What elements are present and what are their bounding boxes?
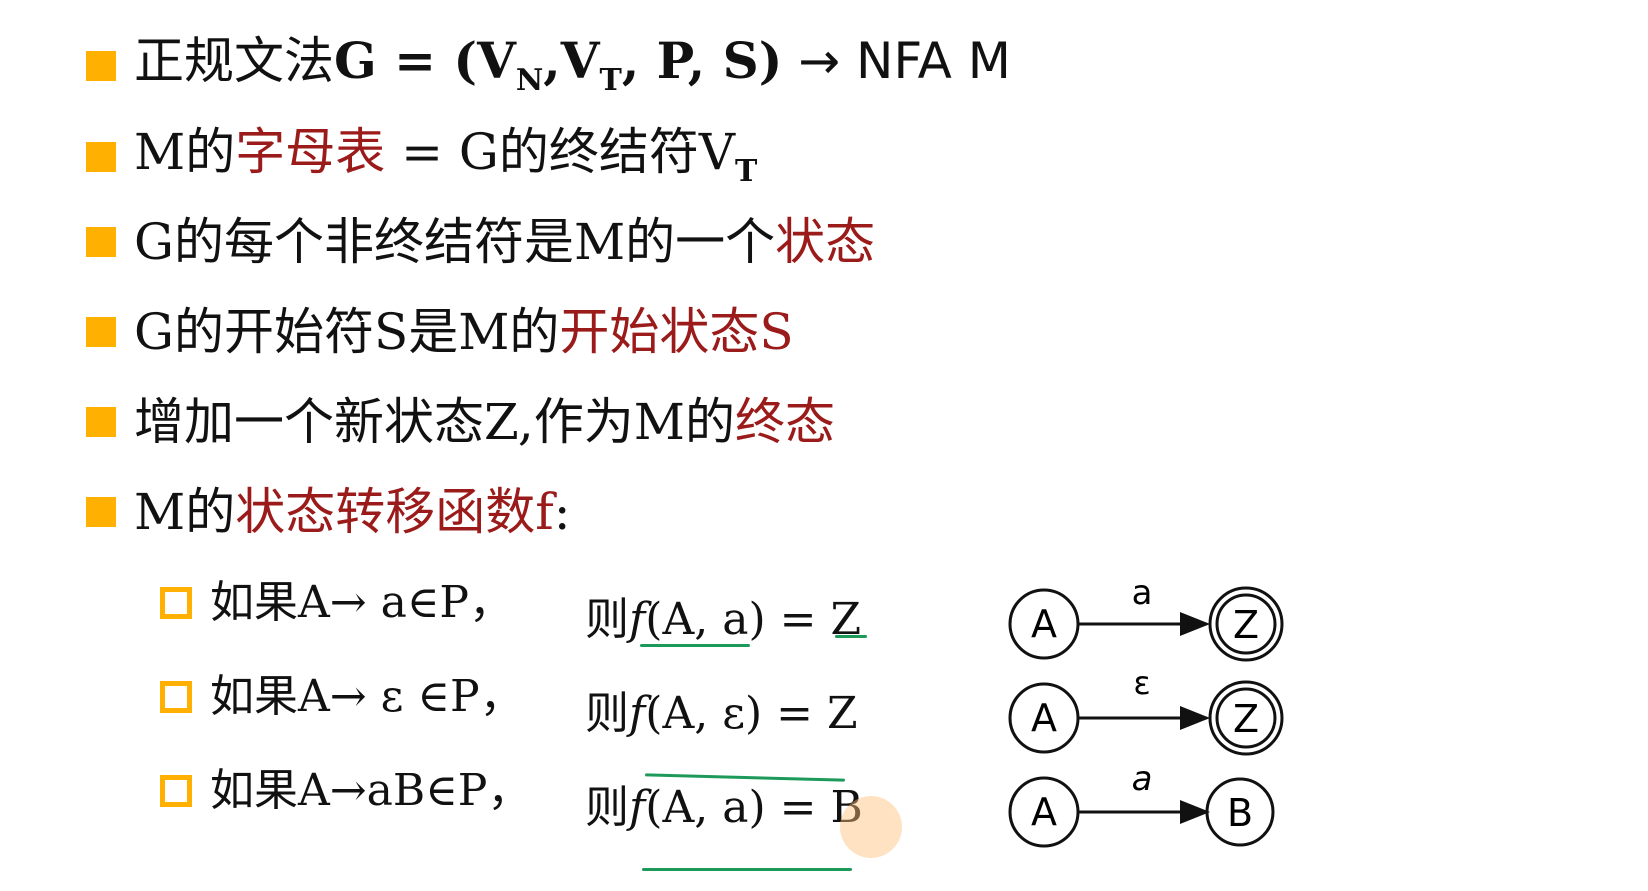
bullet-item-5: 增加一个新状态Z,作为M的终态 (86, 397, 835, 447)
diagram-3: A a B (1008, 759, 1275, 848)
text-m-de: M的 (134, 123, 236, 181)
grammar-tail: , P, S) (621, 31, 783, 90)
square-bullet-icon (86, 51, 116, 81)
state-b-3-label: B (1227, 791, 1253, 835)
transition-diagrams: A a Z A ε Z A a B (1008, 580, 1284, 848)
subscript-t: T (599, 63, 622, 98)
rule-condition: 如果A→ a∈P， (210, 577, 514, 628)
subscript-n: N (515, 63, 544, 98)
subscript-t: T (734, 154, 758, 189)
square-bullet-icon (86, 317, 116, 347)
text-regular-grammar: 正规文法 (134, 32, 334, 90)
nfa-m-label: → NFA M (782, 32, 1011, 90)
text-nonterminal: G的每个非终结符是M的一个 (134, 213, 776, 271)
highlight-final-state: 终态 (734, 393, 835, 451)
grammar-vt: ,V (543, 31, 600, 90)
text-new-state: 增加一个新状态Z,作为M的 (134, 393, 735, 451)
bullet-item-1: 正规文法G = (VN,VT, P, S) → NFA M (86, 36, 1011, 96)
state-a-2-label: A (1031, 696, 1057, 740)
square-bullet-icon (86, 227, 116, 257)
cursor-highlight (840, 796, 902, 858)
bullet-text-1: 正规文法G = (VN,VT, P, S) → NFA M (134, 36, 1011, 96)
rule-item-3: 如果A→aB∈P， (160, 769, 531, 813)
function-args: (A, a) = B (645, 782, 863, 833)
hollow-square-bullet-icon (160, 681, 192, 713)
then-label: 则 (585, 688, 629, 739)
rule-item-1: 如果A→ a∈P， (160, 581, 513, 625)
diagram-1: A a Z (1008, 580, 1284, 662)
bullet-text-5: 增加一个新状态Z,作为M的终态 (134, 397, 835, 447)
then-label: 则 (585, 782, 629, 833)
bullet-text-4: G的开始符S是M的开始状态S (134, 307, 794, 357)
bullet-item-3: G的每个非终结符是M的一个状态 (86, 217, 875, 267)
rule-result-2: 则f(A, ε) = Z (585, 677, 858, 741)
hollow-square-bullet-icon (160, 775, 192, 807)
bullet-text-2: M的字母表 = G的终结符VT (134, 127, 757, 187)
highlight-state: 状态 (775, 213, 876, 271)
bullet-item-2: M的字母表 = G的终结符VT (86, 127, 757, 187)
state-z-1-label: Z (1233, 603, 1259, 647)
text-start-symbol: G的开始符S是M的 (134, 303, 560, 361)
arrow-3-label: a (1132, 759, 1153, 799)
hollow-square-bullet-icon (160, 587, 192, 619)
text-terminal: = G的终结符V (385, 123, 735, 181)
bullet-text-6: M的状态转移函数f: (134, 487, 571, 537)
state-a-1-label: A (1031, 602, 1057, 646)
bullet-text-3: G的每个非终结符是M的一个状态 (134, 217, 875, 267)
highlight-alphabet: 字母表 (235, 123, 386, 181)
rule-result-1: 则f(A, a) = Z (585, 583, 861, 647)
colon: : (553, 483, 571, 541)
text-m-de: M的 (134, 483, 236, 541)
highlight-transition-function: 状态转移函数f (235, 483, 554, 541)
square-bullet-icon (86, 142, 116, 172)
function-symbol: f (629, 688, 646, 739)
annotation-underline-1b (835, 635, 867, 638)
then-label: 则 (585, 594, 629, 645)
square-bullet-icon (86, 497, 116, 527)
grammar-def: G = (V (334, 31, 516, 90)
state-a-3-label: A (1031, 790, 1057, 834)
rule-condition: 如果A→aB∈P， (210, 765, 532, 816)
function-symbol: f (629, 594, 646, 645)
annotation-underline-3 (642, 868, 852, 871)
arrow-2-label: ε (1133, 664, 1150, 702)
diagram-2: A ε Z (1008, 664, 1284, 756)
function-symbol: f (629, 782, 646, 833)
function-args: (A, ε) = Z (645, 688, 858, 739)
rule-condition: 如果A→ ε ∈P， (210, 671, 524, 722)
state-z-2-label: Z (1233, 697, 1259, 741)
arrow-1-label: a (1132, 580, 1153, 613)
annotation-underline-1 (640, 644, 750, 647)
square-bullet-icon (86, 407, 116, 437)
bullet-item-6: M的状态转移函数f: (86, 487, 571, 537)
highlight-start-state: 开始状态S (559, 303, 794, 361)
function-args: (A, a) = Z (645, 594, 862, 645)
rule-item-2: 如果A→ ε ∈P， (160, 675, 524, 719)
bullet-item-4: G的开始符S是M的开始状态S (86, 307, 794, 357)
